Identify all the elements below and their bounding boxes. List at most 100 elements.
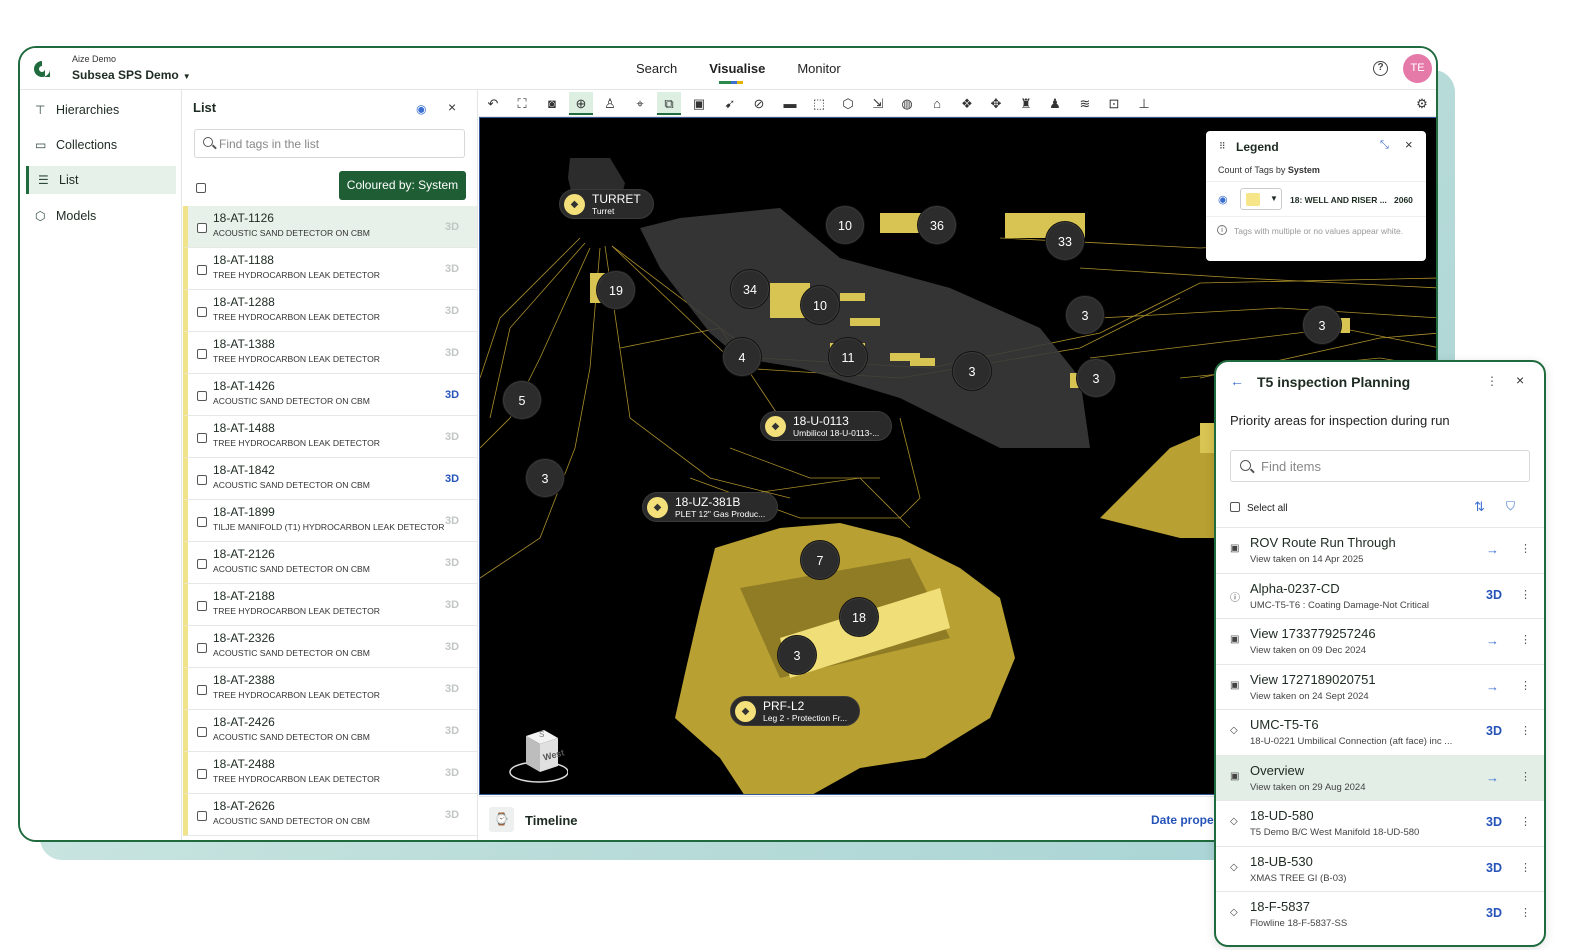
tab-monitor[interactable]: Monitor xyxy=(781,48,856,90)
select-all-control[interactable]: Select all xyxy=(1230,502,1288,514)
person-icon[interactable]: ♙ xyxy=(598,92,622,115)
cluster-marker[interactable]: 33 xyxy=(1046,222,1084,260)
close-icon[interactable]: × xyxy=(448,99,456,115)
row-checkbox[interactable] xyxy=(197,475,207,485)
sidebar-item-list[interactable]: ☰ List xyxy=(26,166,176,194)
cluster-marker[interactable]: 36 xyxy=(918,206,956,244)
cube-icon[interactable]: ⬡ xyxy=(836,92,860,115)
table-row[interactable]: 18-AT-2626 ACOUSTIC SAND DETECTOR ON CBM 3… xyxy=(183,794,477,836)
sidebar-item-models[interactable]: ⬡ Models xyxy=(26,202,176,230)
select-area-icon[interactable]: ⬚ xyxy=(807,92,831,115)
project-selector[interactable]: Subsea SPS Demo ▼ xyxy=(72,68,191,82)
3d-badge[interactable]: 3D xyxy=(445,263,459,275)
3d-button[interactable]: 3D xyxy=(1486,724,1502,738)
more-options-icon[interactable]: ⋮ xyxy=(1520,542,1531,555)
cluster-marker[interactable]: 34 xyxy=(731,270,769,308)
cluster-marker[interactable]: 3 xyxy=(526,459,564,497)
open-arrow-icon[interactable]: → xyxy=(1486,770,1499,785)
sidebar-item-collections[interactable]: ▭ Collections xyxy=(26,131,176,159)
more-options-icon[interactable]: ⋮ xyxy=(1520,633,1531,646)
move-icon[interactable]: ✥ xyxy=(984,92,1008,115)
cluster-marker[interactable]: 10 xyxy=(801,286,839,324)
3d-badge[interactable]: 3D xyxy=(445,683,459,695)
row-checkbox[interactable] xyxy=(197,559,207,569)
table-row[interactable]: 18-AT-2426 ACOUSTIC SAND DETECTOR ON CBM 3… xyxy=(183,710,477,752)
more-options-icon[interactable]: ⋮ xyxy=(1520,588,1531,601)
hide-icon[interactable]: ⊘ xyxy=(747,92,771,115)
list-item[interactable]: ◇ 18-UB-530 XMAS TREE GI (B-03) 3D ⋮ xyxy=(1216,845,1544,892)
select-all-checkbox[interactable] xyxy=(196,183,206,193)
cluster-marker[interactable]: 4 xyxy=(723,338,761,376)
table-row[interactable]: 18-AT-1288 TREE HYDROCARBON LEAK DETECTOR… xyxy=(183,290,477,332)
3d-badge[interactable]: 3D xyxy=(445,557,459,569)
avatar[interactable]: TE xyxy=(1403,54,1432,83)
eye-icon[interactable]: ◉ xyxy=(416,102,426,116)
tab-visualise[interactable]: Visualise xyxy=(693,48,781,90)
pointer-icon[interactable]: ➹ xyxy=(718,92,742,115)
items-search-input[interactable]: Find items xyxy=(1230,450,1530,482)
filter-icon[interactable]: ⛉ xyxy=(1506,499,1515,514)
table-row[interactable]: 18-AT-2326 ACOUSTIC SAND DETECTOR ON CBM 3… xyxy=(183,626,477,668)
table-row[interactable]: 18-AT-2388 TREE HYDROCARBON LEAK DETECTOR… xyxy=(183,668,477,710)
cluster-marker[interactable]: 10 xyxy=(826,206,864,244)
sidebar-item-hierarchies[interactable]: ⊤ Hierarchies xyxy=(26,96,176,124)
3d-button[interactable]: 3D xyxy=(1486,588,1502,602)
fit-view-icon[interactable]: ⛶ xyxy=(510,92,534,115)
open-arrow-icon[interactable]: → xyxy=(1486,679,1499,694)
table-row[interactable]: 18-AT-1188 TREE HYDROCARBON LEAK DETECTOR… xyxy=(183,248,477,290)
close-icon[interactable]: × xyxy=(1516,372,1524,388)
row-checkbox[interactable] xyxy=(197,223,207,233)
cluster-marker[interactable]: 7 xyxy=(801,541,839,579)
settings-icon[interactable]: ⚙ xyxy=(1410,92,1434,115)
ruler-icon[interactable]: ▬ xyxy=(778,92,802,115)
table-row[interactable]: 18-AT-1842 ACOUSTIC SAND DETECTOR ON CBM 3… xyxy=(183,458,477,500)
coloured-by-button[interactable]: Coloured by: System xyxy=(339,171,466,200)
tag-label-turret[interactable]: ◆ TURRET Turret xyxy=(559,189,654,219)
more-options-icon[interactable]: ⋮ xyxy=(1520,906,1531,919)
cluster-marker[interactable]: 19 xyxy=(597,271,635,309)
table-row[interactable]: 18-AT-2488 TREE HYDROCARBON LEAK DETECTOR… xyxy=(183,752,477,794)
cluster-marker[interactable]: 3 xyxy=(1303,306,1341,344)
more-options-icon[interactable]: ⋮ xyxy=(1486,374,1498,388)
row-checkbox[interactable] xyxy=(197,517,207,527)
tab-search[interactable]: Search xyxy=(620,48,693,90)
minimize-icon[interactable]: ⤡ xyxy=(1380,139,1389,152)
3d-badge[interactable]: 3D xyxy=(445,641,459,653)
tag-label-plet[interactable]: ◆ 18-UZ-381B PLET 12" Gas Produc... xyxy=(642,492,779,522)
list-item[interactable]: ▣ View 1727189020751 View taken on 24 Sept… xyxy=(1216,663,1544,710)
3d-badge[interactable]: 3D xyxy=(445,809,459,821)
tag-label-prf[interactable]: ◆ PRF-L2 Leg 2 - Protection Fr... xyxy=(730,696,861,726)
3d-button[interactable]: 3D xyxy=(1486,815,1502,829)
3d-badge[interactable]: 3D xyxy=(445,431,459,443)
open-arrow-icon[interactable]: → xyxy=(1486,542,1499,557)
table-row[interactable]: 18-AT-2188 TREE HYDROCARBON LEAK DETECTOR… xyxy=(183,584,477,626)
row-checkbox[interactable] xyxy=(197,265,207,275)
back-arrow-icon[interactable]: ← xyxy=(1230,373,1244,389)
export-icon[interactable]: ⇲ xyxy=(866,92,890,115)
cluster-marker[interactable]: 5 xyxy=(503,381,541,419)
3d-badge[interactable]: 3D xyxy=(445,221,459,233)
palette-icon[interactable]: ◍ xyxy=(895,92,919,115)
3d-badge[interactable]: 3D xyxy=(445,599,459,611)
more-options-icon[interactable]: ⋮ xyxy=(1520,679,1531,692)
camera-icon[interactable]: ◙ xyxy=(540,92,564,115)
row-checkbox[interactable] xyxy=(197,643,207,653)
list-item[interactable]: ▣ View 1733779257246 View taken on 09 Dec … xyxy=(1216,618,1544,664)
3d-badge[interactable]: 3D xyxy=(445,389,459,401)
eye-icon[interactable]: ◉ xyxy=(1218,193,1228,206)
sort-icon[interactable]: ⇅ xyxy=(1474,499,1485,515)
more-options-icon[interactable]: ⋮ xyxy=(1520,815,1531,828)
list-item[interactable]: ⓘ Alpha-0237-CD UMC-T5-T6 : Coating Damage… xyxy=(1216,572,1544,619)
list-item[interactable]: ◇ 18-UD-580 T5 Demo B/C West Manifold 18-U… xyxy=(1216,800,1544,846)
3d-badge[interactable]: 3D xyxy=(445,305,459,317)
cluster-marker[interactable]: 3 xyxy=(1066,296,1104,334)
table-row[interactable]: 18-AT-1126 ACOUSTIC SAND DETECTOR ON CBM 3… xyxy=(183,206,477,248)
timeline-icon[interactable]: ⌚ xyxy=(489,807,514,832)
list-item[interactable]: ◇ UMC-T5-T6 18-U-0221 Umbilical Connection… xyxy=(1216,709,1544,755)
3d-badge[interactable]: 3D xyxy=(445,767,459,779)
axis-icon[interactable]: ⊥ xyxy=(1132,92,1156,115)
cluster-marker[interactable]: 3 xyxy=(1077,359,1115,397)
row-checkbox[interactable] xyxy=(197,391,207,401)
open-arrow-icon[interactable]: → xyxy=(1486,633,1499,648)
list-search-input[interactable]: Find tags in the list xyxy=(194,129,465,158)
